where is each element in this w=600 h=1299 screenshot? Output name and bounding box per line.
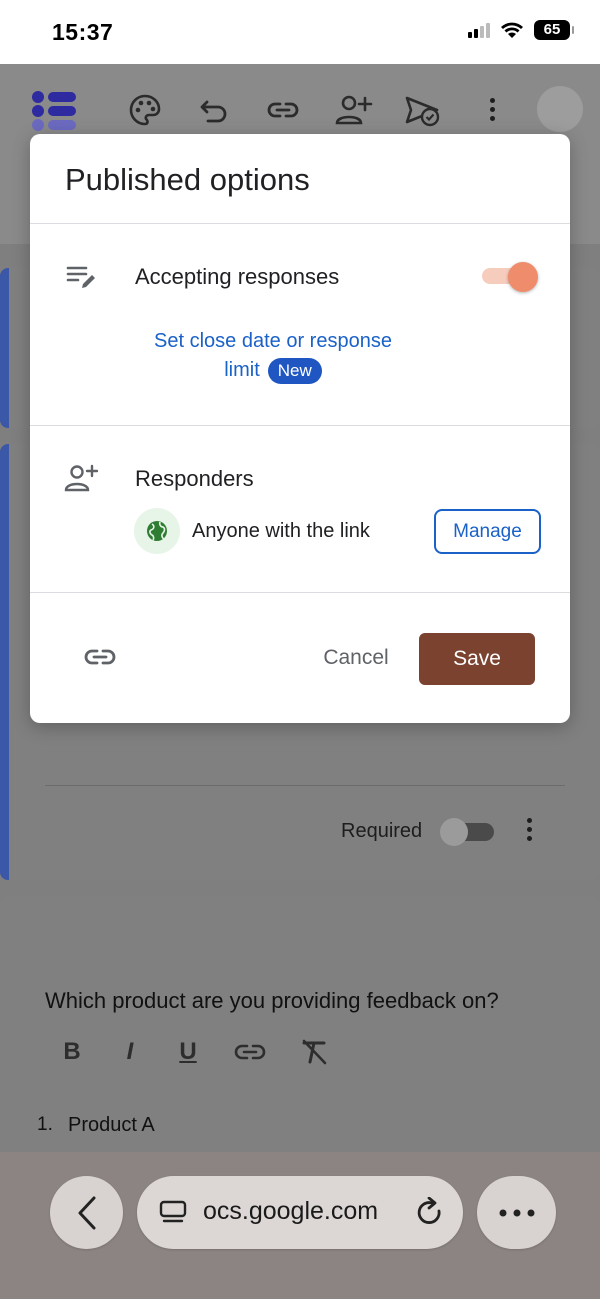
add-collaborator-icon[interactable]	[334, 92, 374, 128]
dialog-divider	[30, 592, 570, 593]
italic-icon[interactable]: I	[118, 1038, 142, 1066]
url-text[interactable]: ocs.google.com	[203, 1197, 403, 1226]
battery-icon: 65	[534, 20, 574, 40]
question-more-icon[interactable]	[526, 818, 532, 841]
set-close-date-link[interactable]: Set close date or response limit New	[133, 327, 413, 385]
close-date-link-text[interactable]: limit	[224, 359, 260, 381]
copy-link-icon[interactable]	[82, 639, 118, 675]
bold-icon[interactable]: B	[60, 1038, 84, 1066]
insert-link-icon[interactable]	[234, 1040, 266, 1064]
more-horiz-icon	[499, 1209, 534, 1216]
palette-icon[interactable]	[127, 92, 163, 128]
save-button[interactable]: Save	[419, 633, 535, 685]
status-icons: 65	[468, 20, 574, 40]
close-date-link-line-2[interactable]: limit New	[133, 356, 413, 385]
close-date-link-line-1[interactable]: Set close date or response	[133, 327, 413, 356]
undo-icon[interactable]	[196, 92, 232, 128]
format-toolbar: B I U	[60, 1038, 328, 1066]
responder-access-text: Anyone with the link	[192, 520, 370, 542]
dialog-divider	[30, 223, 570, 224]
cellular-signal-icon	[468, 22, 490, 38]
cancel-button[interactable]: Cancel	[310, 638, 402, 678]
card-accent	[0, 268, 9, 428]
reload-icon[interactable]	[415, 1197, 445, 1229]
card-divider	[45, 785, 565, 786]
dialog-divider	[30, 425, 570, 426]
question-title[interactable]: Which product are you providing feedback…	[45, 988, 499, 1014]
globe-icon	[134, 508, 180, 554]
required-toggle[interactable]	[440, 818, 494, 846]
link-icon[interactable]	[265, 92, 301, 128]
dialog-title: Published options	[65, 162, 310, 197]
published-options-dialog: Published options Accepting responses Se…	[30, 134, 570, 723]
required-label: Required	[341, 820, 423, 842]
tabs-icon[interactable]	[159, 1200, 187, 1226]
chevron-left-icon	[78, 1196, 95, 1229]
more-options-button[interactable]	[477, 1176, 556, 1249]
option-text[interactable]: Product A	[68, 1114, 155, 1137]
underline-icon[interactable]: U	[176, 1038, 200, 1066]
accepting-responses-toggle[interactable]	[482, 261, 538, 292]
new-badge: New	[267, 357, 322, 384]
back-button[interactable]	[50, 1176, 123, 1249]
manage-button[interactable]: Manage	[434, 509, 541, 554]
more-vert-icon[interactable]	[489, 98, 495, 121]
responders-label: Responders	[135, 466, 254, 491]
status-time: 15:37	[52, 19, 114, 45]
short-text-edit-icon	[66, 266, 95, 288]
wifi-icon	[501, 22, 523, 38]
address-bar[interactable]: ocs.google.com	[137, 1176, 463, 1249]
card-accent	[0, 444, 9, 880]
publish-icon[interactable]	[403, 92, 443, 128]
option-number: 1.	[37, 1114, 53, 1135]
google-forms-logo-icon[interactable]	[30, 90, 80, 134]
status-bar: 15:37 65	[0, 0, 600, 64]
avatar[interactable]	[537, 86, 583, 132]
clear-formatting-icon[interactable]	[300, 1039, 328, 1065]
accepting-responses-label: Accepting responses	[135, 264, 340, 289]
person-add-icon	[64, 464, 98, 492]
